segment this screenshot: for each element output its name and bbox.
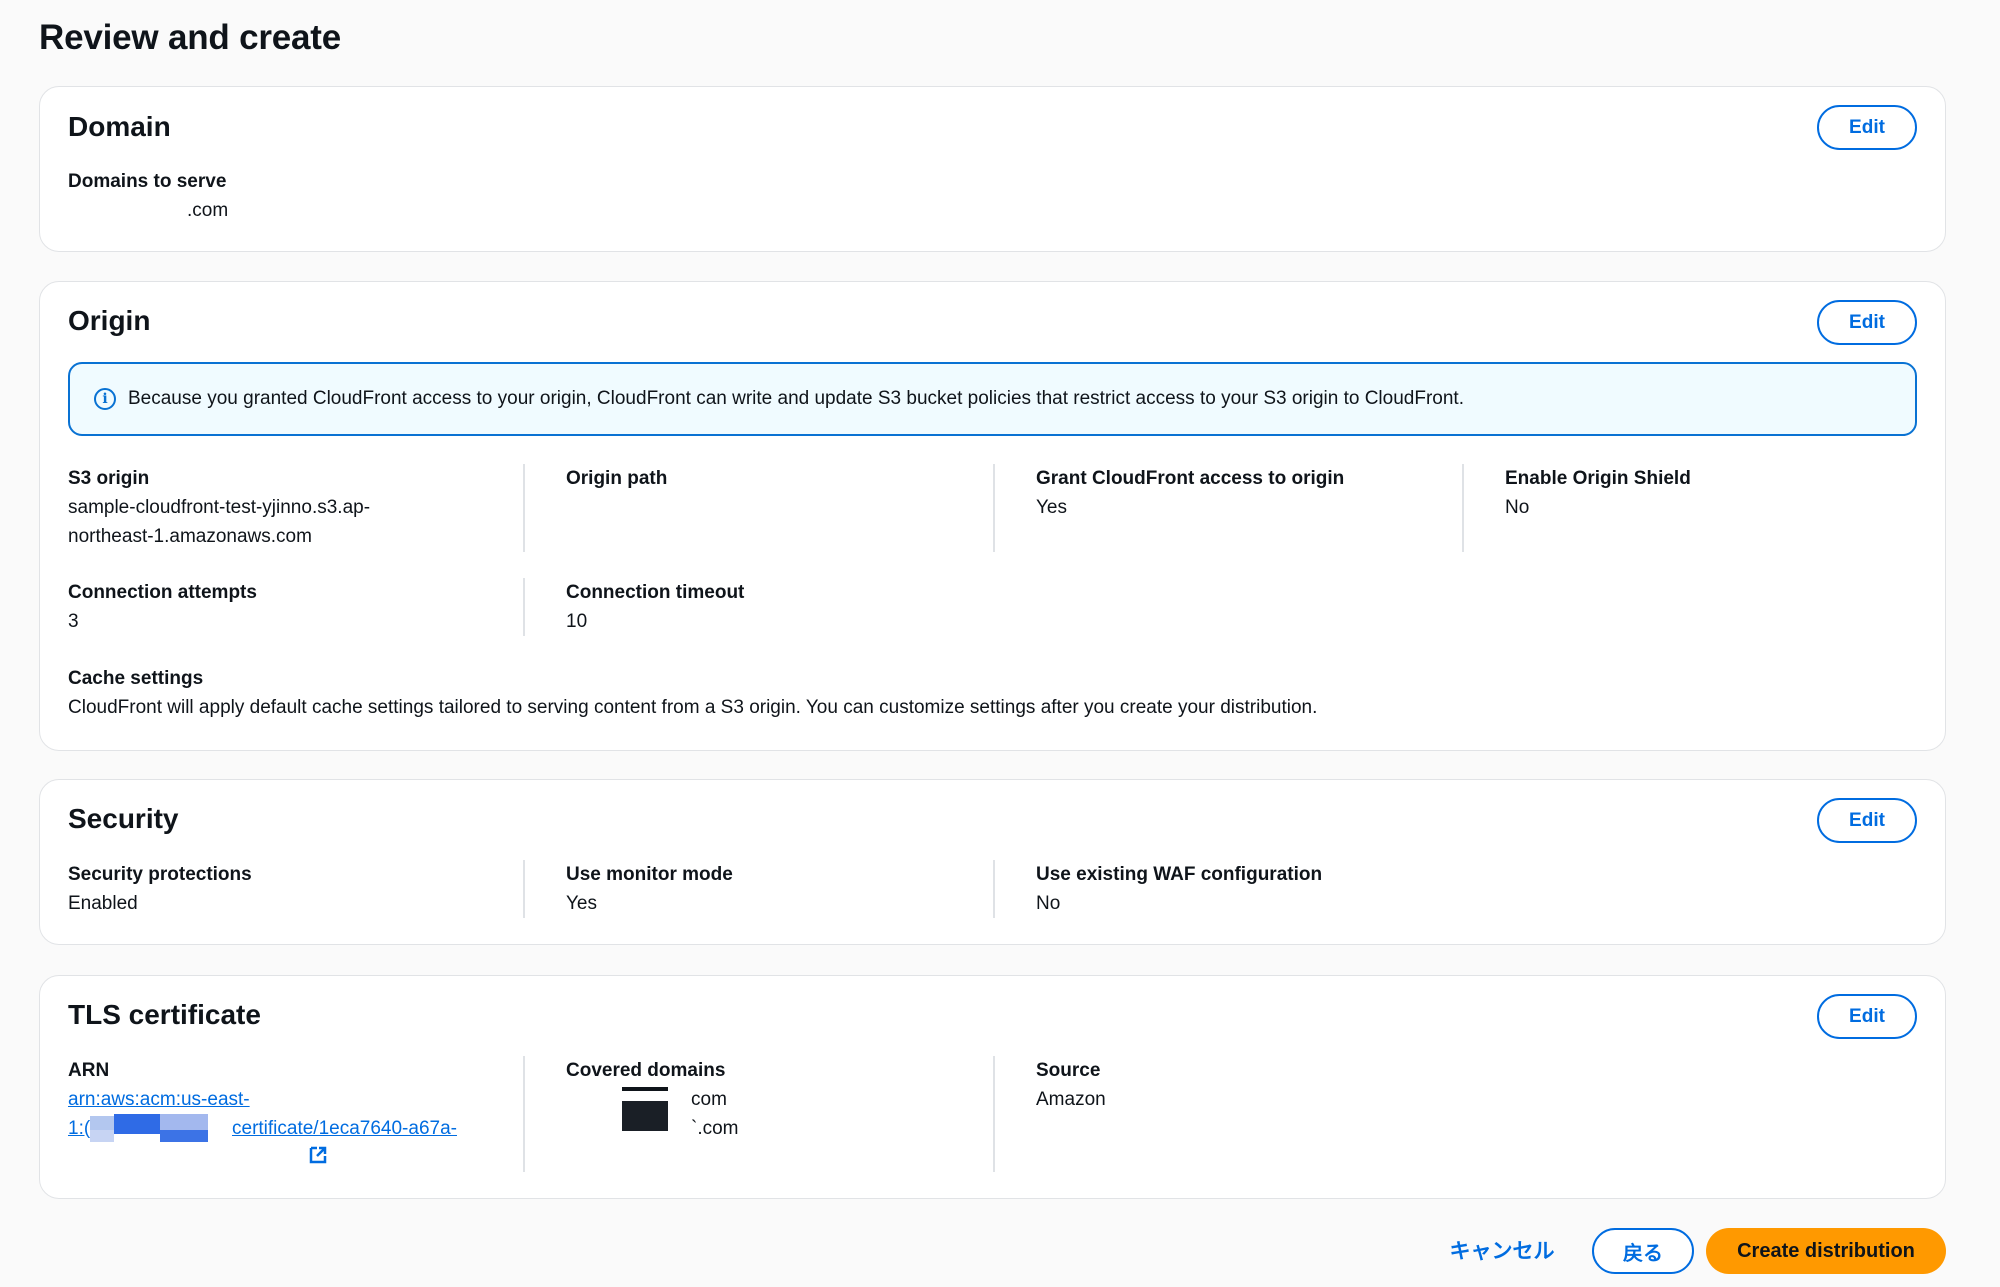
s3-origin-label: S3 origin [68, 468, 150, 489]
redaction-block [622, 1087, 668, 1091]
create-distribution-button[interactable]: Create distribution [1706, 1228, 1946, 1274]
grant-access: Grant CloudFront access to origin Yes [1036, 464, 1344, 522]
covered-domains: Covered domains com `.com [566, 1056, 966, 1156]
origin-edit-button[interactable]: Edit [1817, 300, 1917, 345]
origin-shield-label: Enable Origin Shield [1505, 468, 1691, 489]
arn-link-prefix[interactable]: 1:( [68, 1114, 90, 1143]
tls-panel-title: TLS certificate [68, 999, 261, 1030]
tls-source: Source Amazon [1036, 1056, 1106, 1114]
divider [523, 464, 525, 552]
connection-attempts-value: 3 [68, 611, 79, 632]
waf-configuration-value: No [1036, 893, 1061, 914]
connection-timeout-label: Connection timeout [566, 582, 745, 603]
divider [993, 464, 995, 552]
page-title: Review and create [39, 18, 342, 57]
origin-info-text: Because you granted CloudFront access to… [128, 388, 1464, 409]
security-edit-button[interactable]: Edit [1817, 798, 1917, 843]
security-protections-value: Enabled [68, 893, 138, 914]
covered-domain-1: com [691, 1089, 727, 1110]
cache-settings-value: CloudFront will apply default cache sett… [68, 697, 1318, 718]
arn-link-suffix[interactable]: certificate/1eca7640-a67a- [232, 1114, 457, 1143]
divider [993, 1056, 995, 1172]
redaction-block [160, 1130, 208, 1142]
arn-link-line1[interactable]: arn:aws:acm:us-east- [68, 1085, 250, 1114]
tls-source-label: Source [1036, 1060, 1101, 1081]
origin-info-alert: i Because you granted CloudFront access … [68, 362, 1917, 436]
domains-to-serve-label: Domains to serve [68, 171, 227, 192]
domain-panel-title: Domain [68, 111, 171, 142]
s3-origin-value-line2: northeast-1.amazonaws.com [68, 526, 312, 547]
divider [523, 1056, 525, 1172]
cache-settings: Cache settings CloudFront will apply def… [68, 664, 1317, 722]
domain-edit-button[interactable]: Edit [1817, 105, 1917, 150]
connection-timeout: Connection timeout 10 [566, 578, 744, 636]
connection-attempts-label: Connection attempts [68, 582, 257, 603]
waf-configuration-label: Use existing WAF configuration [1036, 864, 1323, 885]
domains-to-serve-value: .com [187, 200, 229, 221]
monitor-mode-label: Use monitor mode [566, 864, 733, 885]
monitor-mode: Use monitor mode Yes [566, 860, 733, 918]
s3-origin: S3 origin sample-cloudfront-test-yjinno.… [68, 464, 498, 551]
domains-to-serve: Domains to serve .com [68, 167, 228, 225]
redaction-block [114, 1114, 160, 1134]
security-panel-title: Security [68, 803, 179, 834]
cancel-button[interactable]: キャンセル [1448, 1230, 1556, 1270]
security-protections-label: Security protections [68, 864, 252, 885]
redaction-block [90, 1116, 114, 1130]
arn-link-line2[interactable]: 1:( certificate/1eca7640-a67a- [68, 1114, 508, 1143]
security-protections: Security protections Enabled [68, 860, 252, 918]
tls-panel: TLS certificate Edit ARN arn:aws:acm:us-… [39, 975, 1946, 1199]
origin-path-label: Origin path [566, 468, 668, 489]
redaction-block [622, 1101, 668, 1131]
divider [993, 860, 995, 918]
tls-source-value: Amazon [1036, 1089, 1106, 1110]
origin-panel-title: Origin [68, 305, 151, 336]
tls-arn-label: ARN [68, 1060, 110, 1081]
divider [523, 578, 525, 636]
origin-shield-value: No [1505, 497, 1530, 518]
covered-domains-label: Covered domains [566, 1060, 726, 1081]
s3-origin-value-line1: sample-cloudfront-test-yjinno.s3.ap- [68, 497, 371, 518]
security-panel: Security Edit Security protections Enabl… [39, 779, 1946, 945]
tls-arn: ARN arn:aws:acm:us-east- 1:( certificate… [68, 1056, 508, 1176]
domain-panel: Domain Edit Domains to serve .com [39, 86, 1946, 252]
connection-timeout-value: 10 [566, 611, 588, 632]
connection-attempts: Connection attempts 3 [68, 578, 257, 636]
grant-access-value: Yes [1036, 497, 1067, 518]
covered-domain-2: `.com [691, 1118, 739, 1139]
divider [1462, 464, 1464, 552]
waf-configuration: Use existing WAF configuration No [1036, 860, 1322, 918]
back-button[interactable]: 戻る [1592, 1228, 1694, 1274]
origin-panel: Origin Edit i Because you granted CloudF… [39, 281, 1946, 751]
monitor-mode-value: Yes [566, 893, 597, 914]
divider [523, 860, 525, 918]
origin-path: Origin path [566, 464, 667, 493]
tls-edit-button[interactable]: Edit [1817, 994, 1917, 1039]
info-icon: i [94, 388, 116, 410]
cache-settings-label: Cache settings [68, 668, 204, 689]
redaction-block [90, 1130, 114, 1142]
grant-access-label: Grant CloudFront access to origin [1036, 468, 1345, 489]
origin-shield: Enable Origin Shield No [1505, 464, 1691, 522]
external-link-icon[interactable] [307, 1144, 329, 1166]
